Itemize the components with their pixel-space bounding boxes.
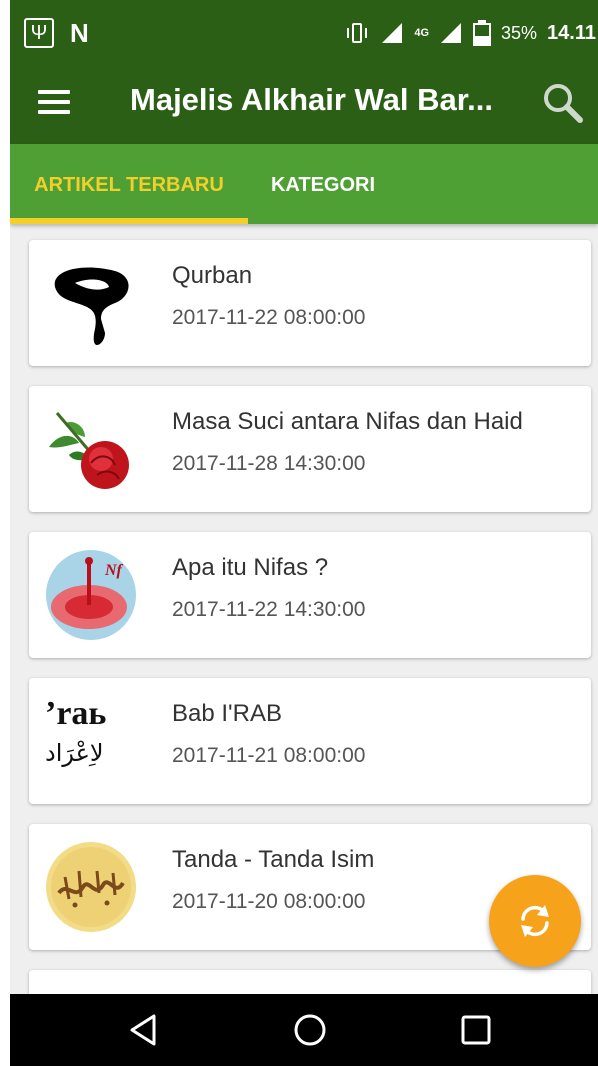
tab-selected-indicator (10, 218, 248, 224)
article-card[interactable]: Nf Apa itu Nifas ? 2017-11-22 14:30:00 (29, 532, 591, 658)
notification-n-icon: N (70, 18, 89, 48)
article-title: Apa itu Nifas ? (172, 554, 329, 581)
article-title: Masa Suci antara Nifas dan Haid (172, 408, 523, 435)
article-date: 2017-11-22 14:30:00 (172, 598, 366, 621)
back-icon[interactable] (122, 1008, 166, 1052)
system-nav-bar (10, 994, 598, 1066)
app-bar: Majelis Alkhair Wal Bar... (10, 64, 598, 144)
irab-arabic-text: لاِعْرَاد (45, 739, 104, 767)
arabic-calligraphy-icon (46, 842, 136, 932)
usb-icon: Ψ (24, 18, 54, 48)
article-card[interactable]: Qurban 2017-11-22 08:00:00 (29, 240, 591, 366)
irab-latin-text: ’raь (45, 695, 107, 732)
search-icon[interactable] (540, 80, 584, 124)
battery-percentage: 35% (501, 22, 538, 43)
signal-icon (382, 23, 403, 43)
rose-icon (49, 412, 129, 489)
tab-artikel-terbaru[interactable]: ARTIKEL TERBARU (10, 144, 248, 224)
tab-bar: ARTIKEL TERBARU KATEGORI (10, 144, 598, 224)
mobile-signal-icon (441, 23, 462, 43)
question-silhouette-icon (54, 267, 129, 345)
status-bar: Ψ N 4G 35% 14.11 (10, 0, 598, 64)
article-date: 2017-11-22 08:00:00 (172, 306, 366, 329)
refresh-fab-button[interactable] (489, 875, 581, 967)
irab-text-icon: ’raь لاِعْرَاد (45, 695, 137, 787)
vibrate-icon (344, 20, 370, 46)
article-date: 2017-11-28 14:30:00 (172, 452, 366, 475)
article-date: 2017-11-21 08:00:00 (172, 744, 366, 767)
hamburger-menu-icon[interactable] (38, 88, 72, 118)
article-card[interactable]: Masa Suci antara Nifas dan Haid 2017-11-… (29, 386, 591, 512)
status-indicators: 4G 35% 14.11 (344, 16, 598, 50)
recent-apps-icon[interactable] (454, 1008, 498, 1052)
article-title: Tanda - Tanda Isim (172, 846, 375, 873)
tab-kategori[interactable]: KATEGORI (248, 144, 398, 224)
article-card[interactable]: ’raь لاِعْرَاد Bab I'RAB 2017-11-21 08:0… (29, 678, 591, 804)
network-type-label: 4G (414, 26, 430, 39)
refresh-icon (521, 905, 549, 937)
svg-text:Nf: Nf (104, 562, 124, 579)
blood-drop-icon: Nf (46, 550, 136, 640)
article-date: 2017-11-20 08:00:00 (172, 890, 366, 913)
app-title: Majelis Alkhair Wal Bar... (130, 82, 493, 117)
article-title: Bab I'RAB (172, 700, 282, 727)
battery-icon (473, 20, 492, 46)
article-title: Qurban (172, 262, 253, 289)
app-screen: Ψ N 4G 35% 14.11 Majelis Alkhair Wal Bar… (10, 0, 598, 1066)
status-notifications: Ψ N (24, 18, 89, 48)
home-icon[interactable] (288, 1008, 332, 1052)
status-clock: 14.11 (547, 21, 596, 44)
